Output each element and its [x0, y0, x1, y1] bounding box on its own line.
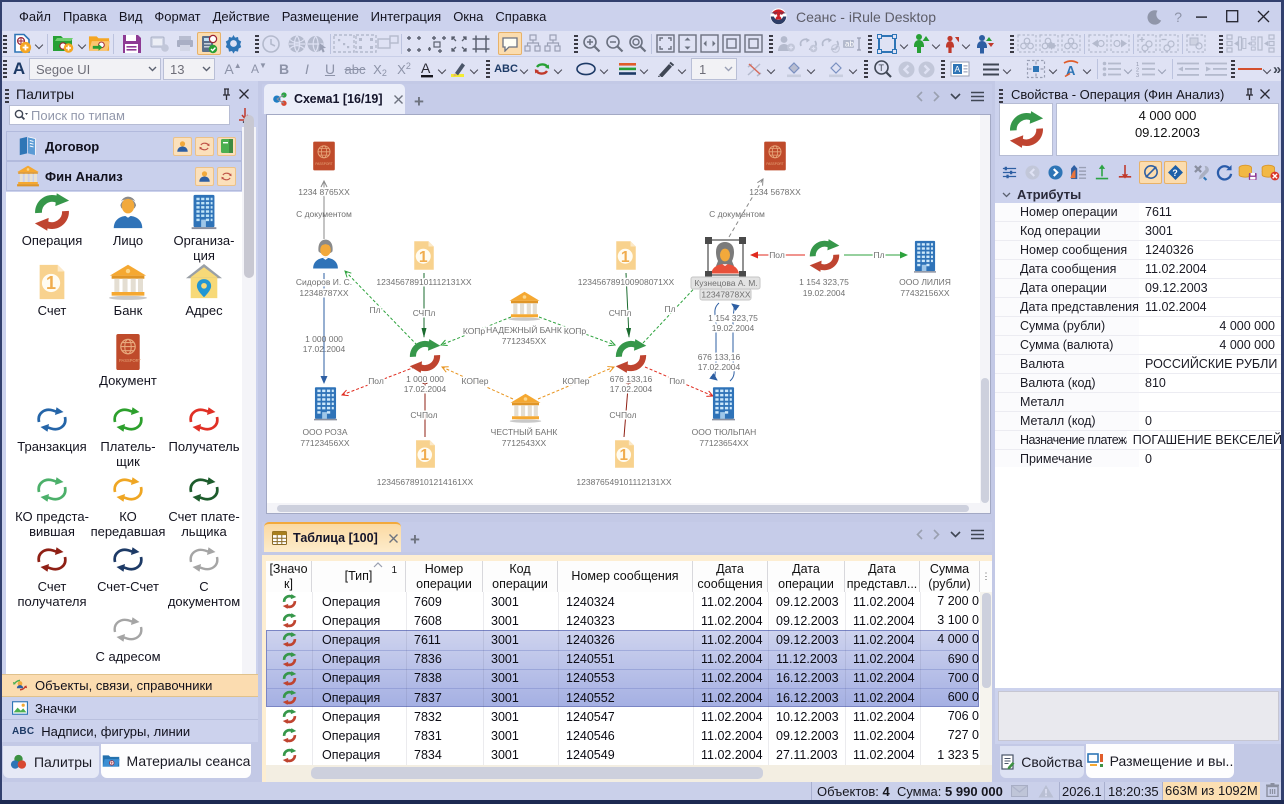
svg-text:Пл: Пл: [369, 305, 380, 315]
svg-text:КОПер: КОПер: [562, 376, 589, 386]
svg-text:С документом: С документом: [709, 209, 765, 219]
svg-text:СЧПл: СЧПл: [609, 308, 632, 318]
svg-text:Пол: Пол: [368, 376, 384, 386]
svg-text:СЧПол: СЧПол: [410, 410, 437, 420]
svg-text:A: A: [955, 64, 961, 74]
svg-text:СЧПл: СЧПл: [413, 308, 436, 318]
svg-text:Пл: Пл: [873, 250, 884, 260]
svg-text:1: 1: [46, 273, 56, 293]
svg-text:12347878XX: 12347878XX: [701, 290, 750, 300]
svg-text:123876549101112131XX: 123876549101112131XX: [576, 477, 671, 487]
svg-text:123456789101112131XX: 123456789101112131XX: [376, 277, 471, 287]
svg-text:7712543XX: 7712543XX: [502, 438, 547, 448]
svg-text:СЧПол: СЧПол: [609, 410, 636, 420]
svg-text:676 133,16: 676 133,16: [610, 374, 653, 384]
svg-text:?: ?: [1172, 168, 1177, 178]
svg-text:Сидоров И. С.: Сидоров И. С.: [296, 277, 352, 287]
svg-text:КОПер: КОПер: [461, 376, 488, 386]
svg-text:С документом: С документом: [296, 209, 352, 219]
svg-text:17.02.2004: 17.02.2004: [303, 344, 346, 354]
svg-text:123456789101214161XX: 123456789101214161XX: [377, 477, 474, 487]
svg-text:ООО РОЗА: ООО РОЗА: [302, 427, 347, 437]
svg-text:123456789100908071XX: 123456789100908071XX: [578, 277, 675, 287]
svg-text:PASSPORT: PASSPORT: [119, 358, 142, 363]
svg-text:T: T: [879, 63, 885, 73]
svg-text:19.02.2004: 19.02.2004: [803, 288, 846, 298]
svg-text:3: 3: [1136, 73, 1139, 77]
svg-text:17.02.2004: 17.02.2004: [404, 384, 447, 394]
svg-text:676 133,16: 676 133,16: [698, 352, 741, 362]
svg-text:1 000 000: 1 000 000: [406, 374, 444, 384]
svg-text:17.02.2004: 17.02.2004: [698, 362, 741, 372]
svg-text:1234 5678XX: 1234 5678XX: [749, 187, 801, 197]
svg-text:77432156XX: 77432156XX: [900, 288, 949, 298]
svg-text:ООО ЛИЛИЯ: ООО ЛИЛИЯ: [899, 277, 951, 287]
svg-text:ООО ТЮЛЬПАН: ООО ТЮЛЬПАН: [692, 427, 757, 437]
svg-text:КОПр: КОПр: [463, 326, 486, 336]
svg-text:19.02.2004: 19.02.2004: [712, 323, 755, 333]
svg-text:77123654XX: 77123654XX: [699, 438, 748, 448]
svg-text:КОПр: КОПр: [564, 326, 587, 336]
svg-text:17.02.2004: 17.02.2004: [610, 384, 653, 394]
svg-text:77123456XX: 77123456XX: [300, 438, 349, 448]
svg-text:1234 8765XX: 1234 8765XX: [298, 187, 350, 197]
svg-text:Пол: Пол: [769, 250, 785, 260]
svg-text:Пол: Пол: [669, 376, 685, 386]
svg-text:Кузнецова А. М.: Кузнецова А. М.: [694, 278, 757, 288]
svg-text:ab: ab: [845, 39, 854, 48]
svg-text:1 154 323,75: 1 154 323,75: [708, 313, 758, 323]
svg-text:7712345XX: 7712345XX: [502, 336, 547, 346]
svg-text:A: A: [421, 60, 431, 76]
svg-text:НАДЕЖНЫЙ БАНК: НАДЕЖНЫЙ БАНК: [486, 324, 562, 335]
svg-text:ЧЕСТНЫЙ БАНК: ЧЕСТНЫЙ БАНК: [491, 426, 558, 437]
svg-text:Пл: Пл: [664, 304, 675, 314]
svg-text:12348787XX: 12348787XX: [299, 288, 348, 298]
svg-text:1 000 000: 1 000 000: [305, 334, 343, 344]
svg-text:1 154 323,75: 1 154 323,75: [799, 277, 849, 287]
